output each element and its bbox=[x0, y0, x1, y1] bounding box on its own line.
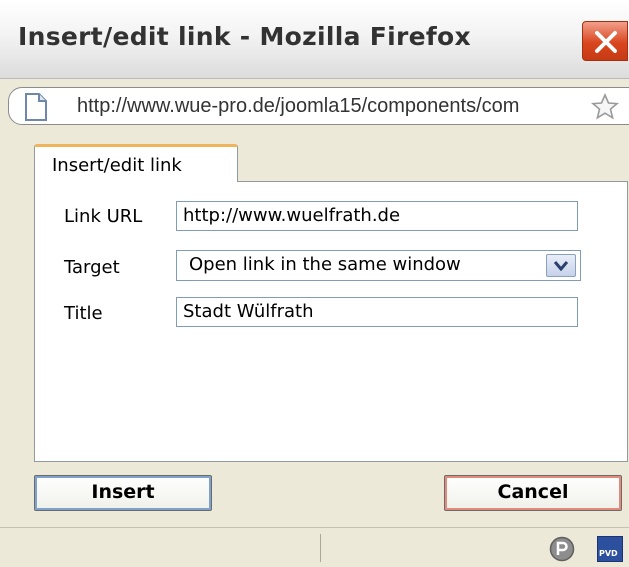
link-url-label: Link URL bbox=[64, 206, 143, 227]
insert-button[interactable]: Insert bbox=[34, 475, 212, 511]
link-settings-panel: Link URL http://www.wuelfrath.de Target … bbox=[34, 181, 628, 462]
close-icon bbox=[595, 31, 617, 53]
cancel-button[interactable]: Cancel bbox=[444, 475, 622, 511]
dropdown-arrow-icon bbox=[554, 261, 568, 271]
window-titlebar: Insert/edit link - Mozilla Firefox bbox=[0, 0, 629, 79]
target-label: Target bbox=[64, 257, 120, 278]
status-divider bbox=[320, 534, 321, 562]
tab-label: Insert/edit link bbox=[52, 155, 182, 176]
address-bar: http://www.wue-pro.de/joomla15/component… bbox=[0, 79, 629, 131]
target-select-value: Open link in the same window bbox=[189, 254, 461, 275]
close-button[interactable] bbox=[582, 21, 628, 61]
link-url-input[interactable]: http://www.wuelfrath.de bbox=[176, 201, 578, 231]
url-text: http://www.wue-pro.de/joomla15/component… bbox=[77, 95, 520, 117]
title-input[interactable]: Stadt Wülfrath bbox=[176, 297, 578, 327]
page-icon bbox=[25, 93, 47, 121]
status-p-icon[interactable] bbox=[549, 536, 575, 562]
title-label: Title bbox=[64, 303, 103, 324]
bookmark-star-icon[interactable] bbox=[591, 93, 619, 121]
target-select[interactable]: Open link in the same window bbox=[176, 250, 581, 281]
window-title: Insert/edit link - Mozilla Firefox bbox=[18, 22, 471, 51]
url-field[interactable]: http://www.wue-pro.de/joomla15/component… bbox=[8, 87, 629, 125]
tab-insert-edit-link[interactable]: Insert/edit link bbox=[34, 144, 238, 182]
target-dropdown-button[interactable] bbox=[546, 254, 576, 277]
status-pvd-icon[interactable]: PVD bbox=[597, 536, 623, 562]
status-pvd-label: PVD bbox=[599, 549, 618, 558]
status-bar: PVD bbox=[0, 527, 629, 567]
